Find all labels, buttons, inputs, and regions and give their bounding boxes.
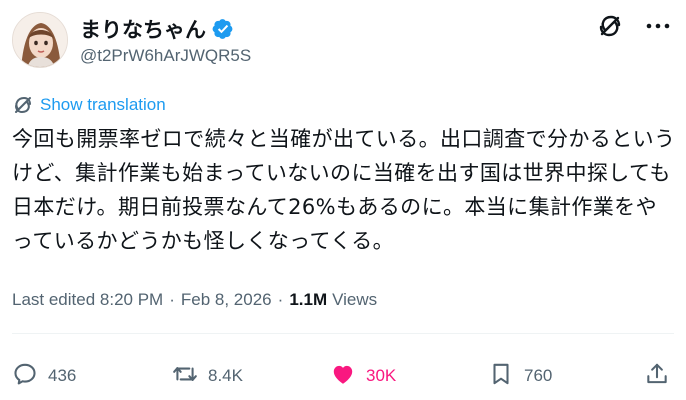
avatar-illustration bbox=[13, 13, 67, 67]
reply-icon bbox=[12, 361, 38, 392]
meta-separator: · bbox=[169, 290, 175, 309]
repost-button[interactable]: 8.4K bbox=[172, 356, 243, 396]
meta-separator: · bbox=[277, 290, 284, 309]
post-header: まりなちゃん @t2PrW6hArJWQR5S bbox=[12, 12, 674, 76]
post-text: 今回も開票率ゼロで続々と当確が出ている。出口調査で分かるというけど、集計作業も始… bbox=[12, 127, 676, 253]
more-icon[interactable] bbox=[644, 12, 672, 40]
show-translation[interactable]: Show translation bbox=[12, 94, 166, 116]
reply-count: 436 bbox=[48, 366, 77, 385]
reply-button[interactable]: 436 bbox=[12, 356, 76, 396]
verified-badge-icon[interactable] bbox=[212, 18, 234, 40]
heart-icon bbox=[330, 361, 356, 392]
like-button[interactable]: 30K bbox=[330, 356, 396, 396]
bookmark-button[interactable]: 760 bbox=[488, 356, 552, 396]
share-icon bbox=[644, 361, 670, 392]
post-date[interactable]: Feb 8, 2026 bbox=[181, 290, 272, 310]
bookmark-icon bbox=[488, 361, 514, 392]
views-label: Views bbox=[332, 290, 378, 309]
share-button[interactable] bbox=[644, 356, 670, 396]
action-bar: 436 8.4K 30K 760 bbox=[12, 356, 674, 396]
repost-count: 8.4K bbox=[208, 366, 243, 385]
name-row: まりなちゃん bbox=[80, 14, 234, 44]
post-meta: Last edited 8:20 PM · Feb 8, 2026 · 1.1M… bbox=[12, 290, 377, 310]
like-count: 30K bbox=[366, 366, 397, 385]
avatar[interactable] bbox=[12, 12, 68, 68]
repost-icon bbox=[172, 361, 198, 392]
edited-time[interactable]: Last edited 8:20 PM bbox=[12, 290, 163, 310]
translate-icon bbox=[12, 94, 34, 116]
bookmark-count: 760 bbox=[524, 366, 553, 385]
grok-icon[interactable] bbox=[596, 12, 624, 40]
show-translation-label[interactable]: Show translation bbox=[40, 95, 166, 115]
author-handle[interactable]: @t2PrW6hArJWQR5S bbox=[80, 46, 251, 66]
divider bbox=[12, 333, 674, 334]
views-count: 1.1M bbox=[289, 290, 328, 309]
display-name[interactable]: まりなちゃん bbox=[80, 14, 206, 44]
